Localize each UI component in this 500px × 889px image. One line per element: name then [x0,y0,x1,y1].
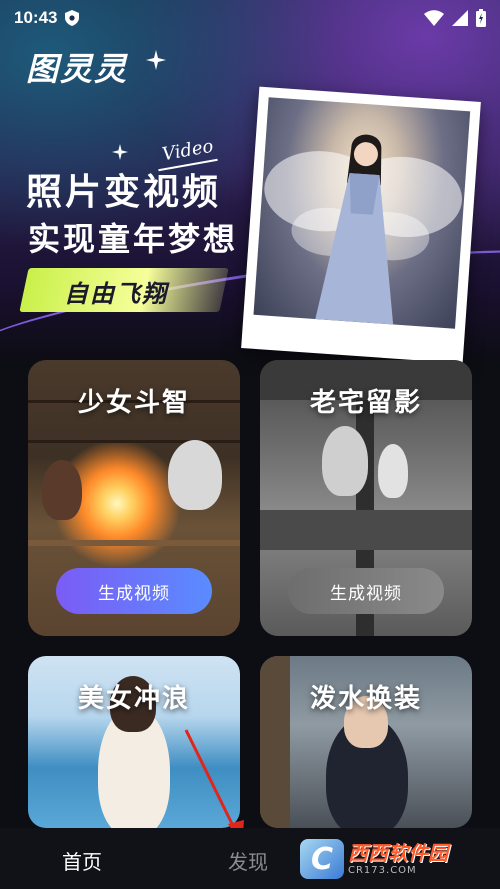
grandpa-figure [322,426,368,496]
girl-figure [42,460,82,520]
card-title: 泼水换装 [309,684,422,714]
polaroid-photo-frame [241,86,481,364]
sparkle-icon [146,50,166,70]
card-title: 老宅留影 [309,388,422,418]
card-title: 美女冲浪 [77,684,190,714]
headline-line1: 照片变视频 [26,172,222,213]
app-logo: 图灵灵 [26,50,129,88]
template-card-water-splash[interactable]: 泼水换装 [260,656,472,828]
table [28,540,240,546]
signal-icon [452,10,468,26]
battery-icon [476,9,486,27]
status-time: 10:43 [14,8,58,27]
professor-figure [168,440,222,510]
watermark-sub: CR173.COM [348,864,417,876]
template-card-old-house[interactable]: 老宅留影 生成视频 [260,360,472,636]
nav-tab-home[interactable]: 首页 [62,846,102,875]
child-figure [378,444,408,498]
watermark-logo: C 西西软件园 CR173.COM [300,838,480,880]
nav-tab-discover[interactable]: 发现 [228,846,268,875]
shield-icon [65,10,80,26]
status-bar: 10:43 [0,0,500,36]
card-title: 少女斗智 [77,388,190,418]
wall [260,510,472,550]
watermark-letter: C [300,839,344,879]
headline-line2: 实现童年梦想 [28,220,239,258]
watermark-main: 西西软件园 [348,840,448,865]
fairy-photo [253,97,471,329]
generate-video-button[interactable]: 生成视频 [288,568,444,614]
freedom-banner-text: 自由飞翔 [64,280,168,308]
sparkle-icon [112,144,128,160]
generate-video-button[interactable]: 生成视频 [56,568,212,614]
fairy-illustration [264,134,462,325]
headline: 照片变视频 实现童年梦想 [26,170,238,262]
shelf [28,440,240,443]
wifi-icon [424,10,444,26]
watermark-text: 西西软件园 CR173.COM [348,843,448,876]
template-card-girl-wits[interactable]: 少女斗智 生成视频 [28,360,240,636]
